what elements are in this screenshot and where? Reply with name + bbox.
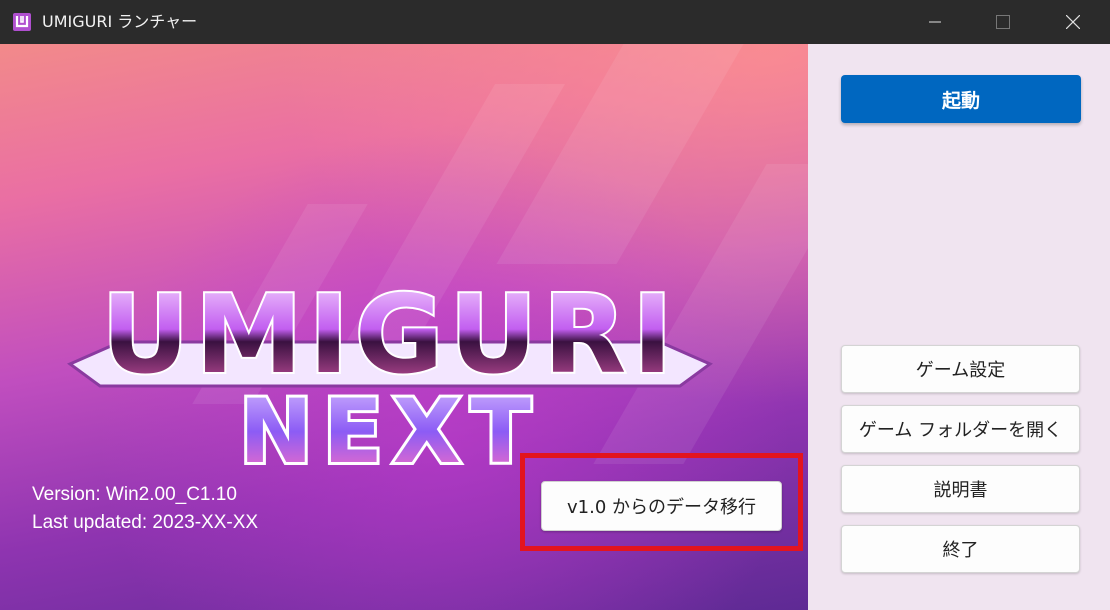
close-icon [1066,15,1080,29]
maximize-button[interactable] [980,0,1026,44]
last-updated-label: Last updated: 2023-XX-XX [32,512,259,533]
minimize-button[interactable] [912,0,958,44]
minimize-icon [929,21,941,23]
background-shard [496,44,744,264]
exit-button[interactable]: 終了 [841,525,1080,573]
version-label: Version: Win2.00_C1.10 [32,484,237,505]
launch-button[interactable]: 起動 [841,75,1081,123]
logo-line2: NEXT [239,380,541,483]
umiguri-next-logo: UMIGURI NEXT [67,271,713,484]
migrate-data-button[interactable]: v1.0 からのデータ移行 [541,481,782,531]
manual-button[interactable]: 説明書 [841,465,1080,513]
maximize-icon [996,15,1010,29]
title-bar[interactable]: UMIGURI ランチャー [0,0,1110,44]
close-button[interactable] [1050,0,1096,44]
launcher-window: UMIGURI ランチャー UMIGURI NEXT Version: Win2… [0,0,1110,610]
game-settings-button[interactable]: ゲーム設定 [841,345,1080,393]
window-title: UMIGURI ランチャー [42,12,198,31]
open-game-folder-button[interactable]: ゲーム フォルダーを開く [841,405,1080,453]
version-info: Version: Win2.00_C1.10 Last updated: 202… [32,481,258,537]
app-icon [13,13,31,31]
